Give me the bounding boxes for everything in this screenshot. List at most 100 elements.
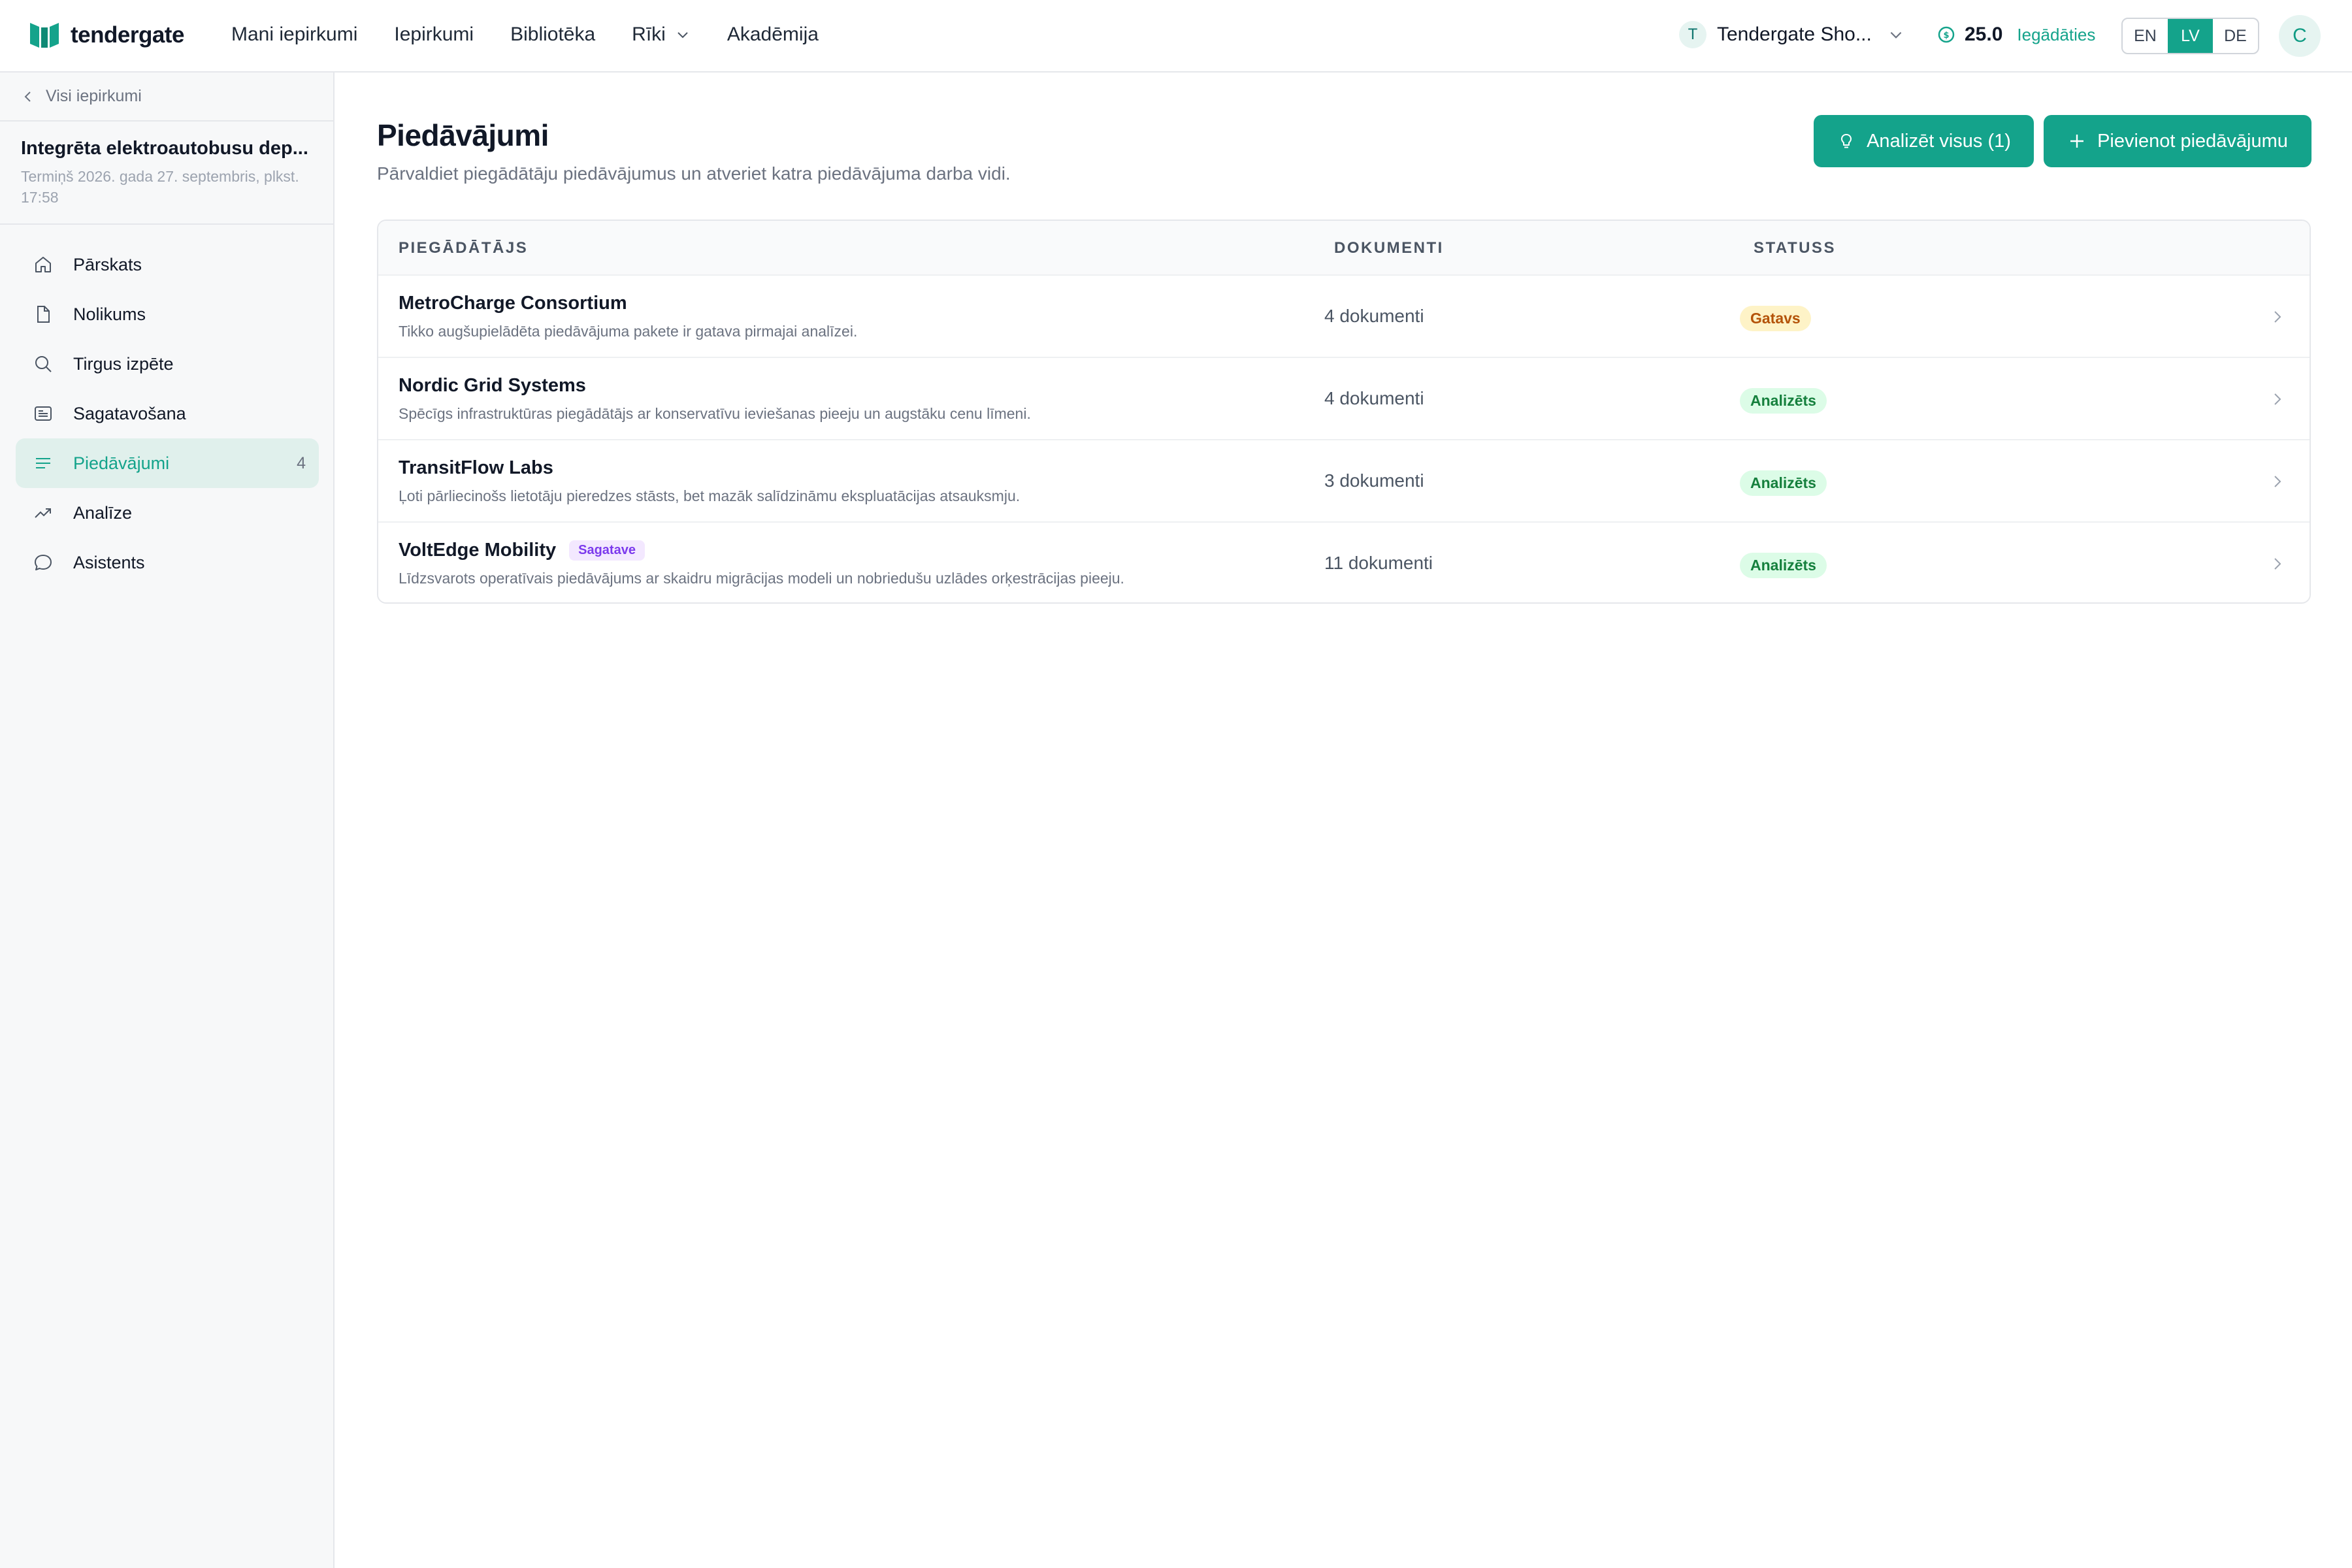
sidebar-item-offers[interactable]: Piedāvājumi 4 — [16, 438, 319, 488]
supplier-name-text: TransitFlow Labs — [399, 457, 553, 478]
nav-label: Bibliotēka — [510, 24, 596, 45]
divider — [0, 223, 333, 225]
draft-badge: Sagatave — [569, 540, 645, 561]
supplier-description: Līdzsvarots operatīvais piedāvājums ar s… — [399, 570, 1124, 587]
chevron-right-icon — [2274, 311, 2281, 323]
sidebar-item-overview[interactable]: Pārskats — [16, 240, 319, 289]
status-badge: Analizēts — [1740, 553, 1827, 578]
sidebar-item-label: Analīze — [73, 502, 133, 523]
supplier-name: MetroCharge Consortium — [399, 293, 627, 314]
sidebar-item-assistant[interactable]: Asistents — [16, 538, 319, 587]
nav-label: Mani iepirkumi — [231, 24, 358, 45]
supplier-name-text: Nordic Grid Systems — [399, 375, 586, 396]
plus-icon — [2070, 135, 2084, 148]
back-to-all-procurements[interactable]: Visi iepirkumi — [21, 87, 142, 106]
document-count: 3 dokumenti — [1324, 470, 1424, 491]
offers-table: PIEGĀDĀTĀJS DOKUMENTI STATUSS MetroCharg… — [377, 220, 2311, 604]
page-title: Piedāvājumi — [377, 118, 549, 152]
brand-logo[interactable]: tendergate — [30, 22, 184, 49]
language-switcher: EN LV DE — [2121, 18, 2259, 54]
status-badge: Analizēts — [1740, 388, 1827, 414]
buy-credits-link[interactable]: Iegādāties — [2017, 25, 2095, 45]
home-icon — [35, 257, 51, 272]
offers-count-badge: 4 — [297, 453, 306, 472]
project-title: Integrēta elektroautobusu dep... — [21, 138, 308, 159]
svg-text:$: $ — [1943, 31, 1949, 41]
sidebar-item-preparation[interactable]: Sagatavošana — [16, 389, 319, 438]
chevron-right-icon — [2274, 393, 2281, 405]
document-icon — [37, 306, 50, 323]
lang-de-button[interactable]: DE — [2213, 19, 2258, 53]
sidebar-item-analysis[interactable]: Analīze — [16, 488, 319, 538]
divider — [0, 120, 333, 122]
sidebar-item-label: Asistents — [73, 552, 145, 572]
back-label: Visi iepirkumi — [46, 87, 142, 105]
top-bar: tendergate Mani iepirkumi Iepirkumi Bibl… — [0, 0, 2352, 73]
tendergate-logo-icon — [30, 23, 59, 48]
document-count: 4 dokumenti — [1324, 306, 1424, 326]
list-icon — [36, 458, 50, 468]
credits-value: 25.0 — [1965, 24, 2003, 45]
lang-en-button[interactable]: EN — [2123, 19, 2168, 53]
nav-label: Iepirkumi — [394, 24, 474, 45]
sidebar-menu: Pārskats Nolikums Tirgus izpēte Sagatavo… — [16, 240, 319, 587]
analyze-all-button[interactable]: Analizēt visus (1) — [1814, 115, 2034, 167]
supplier-name: TransitFlow Labs — [399, 457, 553, 479]
page-subtitle: Pārvaldiet piegādātāju piedāvājumus un a… — [377, 163, 1011, 184]
sidebar-item-label: Pārskats — [73, 254, 142, 274]
credits: $ 25.0 Iegādāties — [1937, 24, 2095, 46]
supplier-name: Nordic Grid Systems — [399, 375, 586, 397]
supplier-name-text: MetroCharge Consortium — [399, 293, 627, 314]
table-row[interactable]: VoltEdge Mobility Sagatave Līdzsvarots o… — [378, 523, 2310, 602]
add-offer-label: Pievienot piedāvājumu — [2097, 130, 2288, 152]
org-avatar: T — [1679, 21, 1707, 48]
sidebar-item-label: Piedāvājumi — [73, 453, 170, 473]
nav-label: Akadēmija — [727, 24, 819, 45]
supplier-name: VoltEdge Mobility Sagatave — [399, 540, 645, 561]
chevron-right-icon — [2274, 558, 2281, 570]
nav-academy[interactable]: Akadēmija — [727, 24, 819, 46]
nav-procurements[interactable]: Iepirkumi — [394, 24, 474, 46]
table-row[interactable]: Nordic Grid Systems Spēcīgs infrastruktū… — [378, 358, 2310, 440]
supplier-description: Spēcīgs infrastruktūras piegādātājs ar k… — [399, 405, 1031, 422]
table-header: PIEGĀDĀTĀJS DOKUMENTI STATUSS — [378, 221, 2310, 276]
sidebar-item-market-research[interactable]: Tirgus izpēte — [16, 339, 319, 389]
chat-icon — [35, 555, 52, 570]
sidebar-item-label: Sagatavošana — [73, 403, 186, 423]
supplier-name-text: VoltEdge Mobility — [399, 540, 557, 561]
add-offer-button[interactable]: Pievienot piedāvājumu — [2044, 115, 2311, 167]
brand-name: tendergate — [71, 22, 184, 48]
document-count: 11 dokumenti — [1324, 553, 1433, 573]
nav-tools[interactable]: Rīki — [632, 24, 691, 46]
sidebar-item-label: Nolikums — [73, 304, 146, 324]
chevron-down-icon — [1890, 31, 1902, 39]
chevron-left-icon — [24, 91, 31, 102]
lang-lv-button[interactable]: LV — [2168, 19, 2213, 53]
project-deadline: Termiņš 2026. gada 27. septembris, plkst… — [21, 168, 299, 206]
user-avatar[interactable]: C — [2279, 15, 2321, 57]
organization-switcher[interactable]: T Tendergate Sho... — [1679, 21, 1904, 48]
org-name: Tendergate Sho... — [1717, 24, 1872, 45]
sidebar-item-regulations[interactable]: Nolikums — [16, 289, 319, 339]
document-count: 4 dokumenti — [1324, 388, 1424, 408]
chevron-right-icon — [2274, 476, 2281, 487]
nav-label: Rīki — [632, 24, 666, 45]
column-header-documents: DOKUMENTI — [1334, 239, 1444, 257]
table-row[interactable]: MetroCharge Consortium Tikko augšupielād… — [378, 276, 2310, 358]
nav-my-procurements[interactable]: Mani iepirkumi — [231, 24, 357, 46]
chevron-down-icon — [678, 32, 688, 39]
column-header-supplier: PIEGĀDĀTĀJS — [399, 239, 529, 257]
table-row[interactable]: TransitFlow Labs Ļoti pārliecinošs lieto… — [378, 440, 2310, 523]
sidebar: Visi iepirkumi Integrēta elektroautobusu… — [0, 73, 335, 1568]
status-badge: Gatavs — [1740, 306, 1811, 331]
nav-library[interactable]: Bibliotēka — [510, 24, 595, 46]
coin-icon: $ — [1938, 26, 1955, 43]
sidebar-item-label: Tirgus izpēte — [73, 353, 174, 374]
supplier-description: Ļoti pārliecinošs lietotāju pieredzes st… — [399, 487, 1021, 504]
lightbulb-icon — [1841, 134, 1852, 148]
search-icon — [35, 356, 52, 372]
supplier-description: Tikko augšupielādēta piedāvājuma pakete … — [399, 323, 858, 340]
column-header-status: STATUSS — [1754, 239, 1836, 257]
main-nav: Mani iepirkumi Iepirkumi Bibliotēka Rīki… — [231, 24, 855, 46]
status-badge: Analizēts — [1740, 470, 1827, 496]
